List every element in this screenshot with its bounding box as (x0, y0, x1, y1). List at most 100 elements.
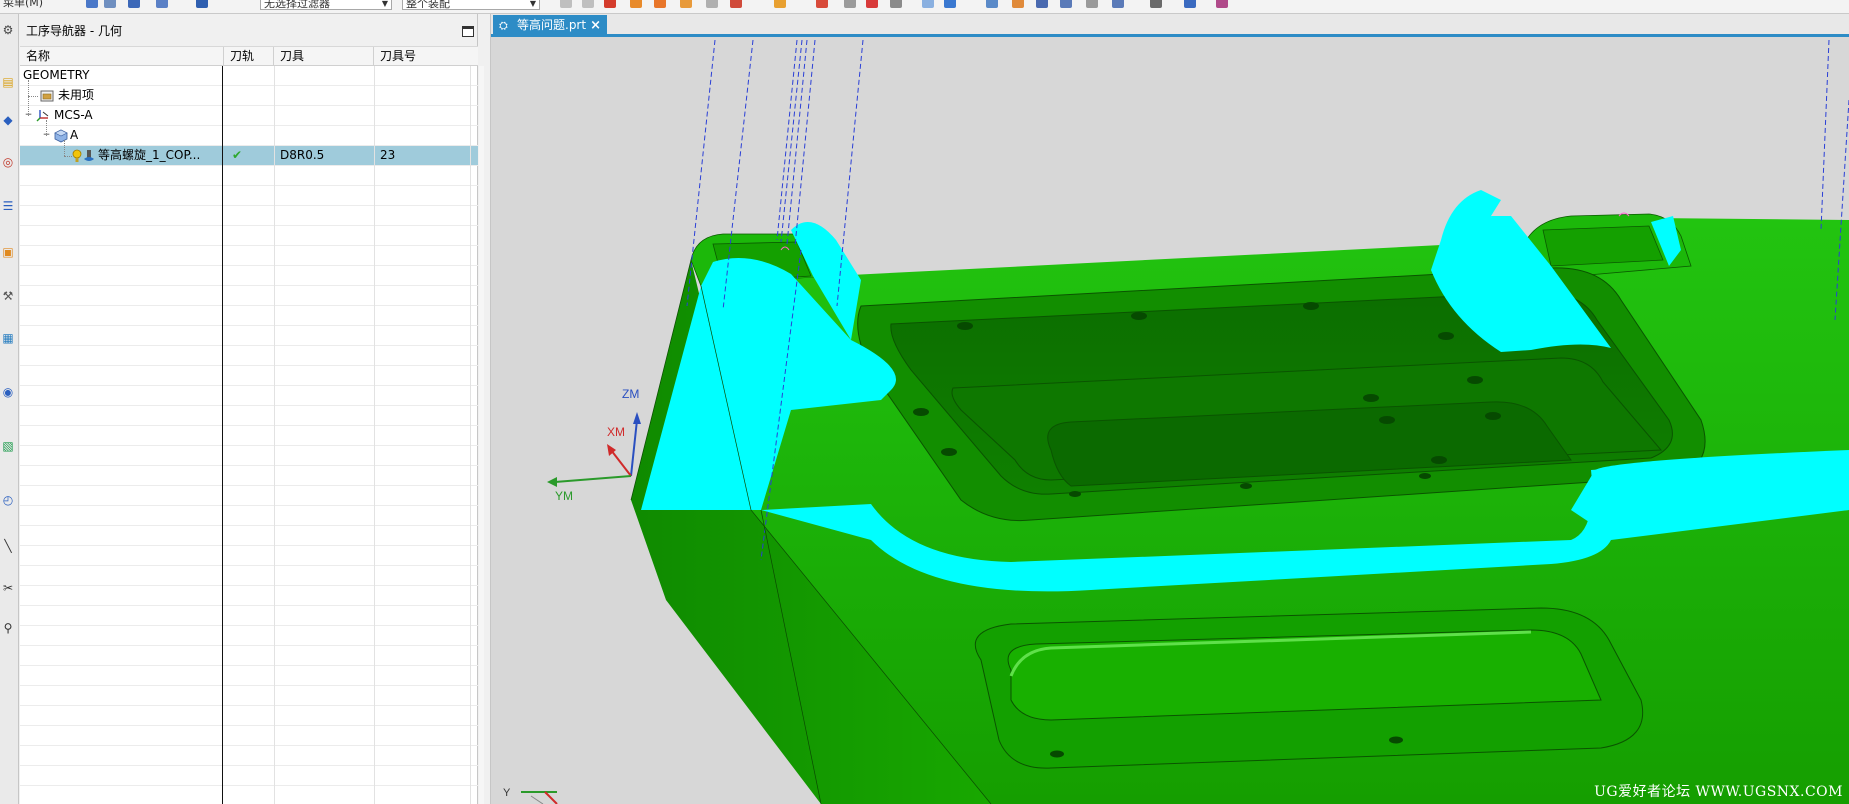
empty-row (20, 246, 478, 266)
empty-row (20, 226, 478, 246)
history-navigator-icon[interactable]: ☰ (1, 198, 15, 214)
toolbar-icon-ab[interactable] (1184, 0, 1196, 8)
empty-row (20, 746, 478, 766)
toolbar-icon-p[interactable] (844, 0, 856, 8)
toolbar-icon-v[interactable] (1012, 0, 1024, 8)
column-tool[interactable]: 刀具 (274, 47, 374, 66)
column-divider (222, 66, 223, 804)
column-tool-number[interactable]: 刀具号 (374, 47, 478, 66)
empty-row (20, 366, 478, 386)
row-name: GEOMETRY (23, 68, 90, 82)
mcs-triad (547, 412, 641, 487)
tree-row-a[interactable]: − A (20, 126, 478, 146)
history-clock-icon[interactable]: ◴ (1, 492, 15, 508)
empty-row (20, 326, 478, 346)
workpiece-icon (54, 129, 68, 143)
assembly-navigator-icon[interactable]: ▤ (1, 74, 15, 90)
toolbar-icon-i[interactable] (630, 0, 642, 8)
part-navigator-icon[interactable]: ◎ (1, 154, 15, 170)
scope-combo[interactable]: 整个装配 ▼ (402, 0, 540, 10)
toolbar-icon-n[interactable] (774, 0, 786, 8)
empty-row (20, 526, 478, 546)
row-name: 等高螺旋_1_COP... (98, 146, 224, 165)
column-name[interactable]: 名称 (20, 47, 224, 66)
top-toolbar: 菜单(M) 无选择过滤器 ▼ 整个装配 ▼ (0, 0, 1849, 14)
operation-navigator: 工序导航器 - 几何 名称 刀轨 刀具 刀具号 GEOMETRY 未用项 − M… (20, 14, 478, 804)
row-tool-number: 23 (380, 146, 396, 165)
empty-row (20, 686, 478, 706)
toolbar-icon-u[interactable] (986, 0, 998, 8)
toolbar-icon-w[interactable] (1036, 0, 1048, 8)
toolbar-icon-z[interactable] (1112, 0, 1124, 8)
reuse-library-icon[interactable]: ⚲ (1, 620, 15, 636)
measure-icon[interactable]: ✂ (1, 580, 15, 596)
panel-splitter[interactable] (479, 14, 491, 804)
toolbar-icon-j[interactable] (654, 0, 666, 8)
axis-label-zm: ZM (622, 387, 639, 401)
toolbar-icon-a[interactable] (86, 0, 98, 8)
mcs-coordinate-icon (36, 110, 49, 122)
toolbar-icon-b[interactable] (104, 0, 116, 8)
tool-icon[interactable]: ╲ (1, 538, 15, 554)
navigator-tree: GEOMETRY 未用项 − MCS-A − A 等高螺旋_1_COP... ✔… (20, 66, 478, 804)
maximize-icon[interactable] (462, 26, 474, 37)
toolbar-icon-t[interactable] (944, 0, 956, 8)
empty-row (20, 486, 478, 506)
toolbar-icon-o[interactable] (816, 0, 828, 8)
toolbar-icon-aa[interactable] (1150, 0, 1162, 8)
empty-row (20, 726, 478, 746)
toolbar-icon-g[interactable] (582, 0, 594, 8)
column-toolpath[interactable]: 刀轨 (224, 47, 274, 66)
empty-row (20, 286, 478, 306)
tree-row-unused[interactable]: 未用项 (20, 86, 478, 106)
empty-row (20, 166, 478, 186)
menu-button[interactable]: 菜单(M) (0, 0, 58, 10)
toolbar-icon-c[interactable] (128, 0, 140, 8)
empty-row (20, 786, 478, 804)
empty-row (20, 186, 478, 206)
toolbar-icon-h[interactable] (604, 0, 616, 8)
document-tab[interactable]: ⛭ 等高问题.prt × (493, 15, 607, 36)
zlevel-operation-icon (84, 150, 94, 161)
toolbar-icon-e[interactable] (196, 0, 208, 8)
empty-row (20, 466, 478, 486)
toolbar-icon-f[interactable] (560, 0, 572, 8)
lower-hole (1050, 750, 1064, 758)
operation-navigator-icon[interactable]: ▦ (1, 330, 15, 346)
toolbar-icon-m[interactable] (730, 0, 742, 8)
view-triad (521, 791, 558, 804)
toolbar-icon-x[interactable] (1060, 0, 1072, 8)
roles-icon[interactable]: ▧ (1, 438, 15, 454)
toolbar-icon-d[interactable] (156, 0, 168, 8)
tree-row-mcs-a[interactable]: − MCS-A (20, 106, 478, 126)
gear-icon[interactable]: ⚙ (1, 22, 15, 38)
toolbar-icon-s[interactable] (922, 0, 934, 8)
graphics-window[interactable]: ⛭ 等高问题.prt × ZM XM YM Y UG爱好者论坛 WWW.UGSN… (491, 14, 1849, 804)
constraint-navigator-icon[interactable]: ◆ (1, 112, 15, 128)
toolbar-icon-k[interactable] (680, 0, 692, 8)
part-file-icon: ⛭ (499, 19, 508, 32)
unused-folder-icon (40, 90, 54, 102)
fixture-icon[interactable]: ⚒ (1, 288, 15, 304)
close-icon[interactable]: × (590, 15, 601, 36)
toolbar-icon-q[interactable] (866, 0, 878, 8)
tree-connector (64, 140, 65, 156)
navigator-titlebar: 工序导航器 - 几何 (20, 14, 477, 46)
navigator-scroll-strip[interactable] (479, 66, 484, 804)
3d-model-view[interactable]: ZM XM YM Y (491, 40, 1849, 804)
empty-row (20, 566, 478, 586)
tree-row-operation[interactable]: 等高螺旋_1_COP... ✔ D8R0.5 23 (20, 146, 478, 166)
toolbar-icon-r[interactable] (890, 0, 902, 8)
tree-row-geometry[interactable]: GEOMETRY (20, 66, 478, 86)
web-browser-icon[interactable]: ◉ (1, 384, 15, 400)
toolbar-icon-l[interactable] (706, 0, 718, 8)
empty-row (20, 346, 478, 366)
navigator-title: 工序导航器 - 几何 (26, 24, 122, 38)
tree-connector (64, 156, 72, 157)
toolbar-icon-y[interactable] (1086, 0, 1098, 8)
empty-row (20, 606, 478, 626)
machine-navigator-icon[interactable]: ▣ (1, 244, 15, 260)
document-tab-label: 等高问题.prt (517, 18, 587, 32)
selection-filter-combo[interactable]: 无选择过滤器 ▼ (260, 0, 392, 10)
toolbar-icon-ac[interactable] (1216, 0, 1228, 8)
